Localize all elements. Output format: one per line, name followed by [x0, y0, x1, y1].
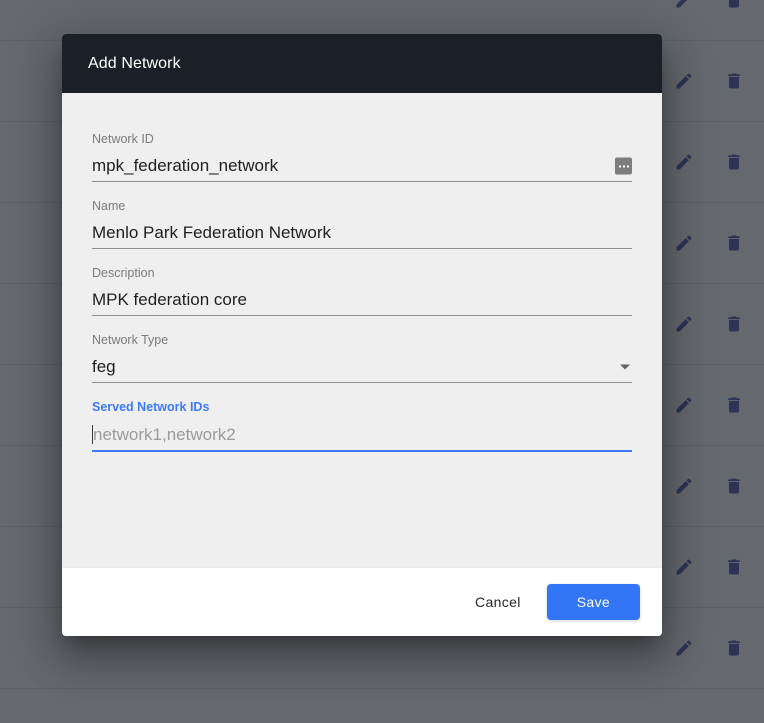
- input-value-description: MPK federation core: [92, 290, 247, 309]
- dialog-actions: Cancel Save: [62, 568, 662, 636]
- cancel-button[interactable]: Cancel: [461, 585, 535, 619]
- input-value-network-id: mpk_federation_network: [92, 156, 279, 175]
- field-label-network-id: Network ID: [92, 132, 154, 146]
- app-root: Add Network Network ID mpk_federation_net…: [0, 0, 764, 723]
- input-network-type[interactable]: feg: [92, 352, 632, 383]
- field-label-network-type: Network Type: [92, 333, 169, 347]
- dialog-title: Add Network: [62, 34, 662, 93]
- more-horizontal-icon[interactable]: [615, 157, 632, 175]
- add-network-dialog: Add Network Network ID mpk_federation_net…: [62, 34, 662, 636]
- input-value-name: Menlo Park Federation Network: [92, 223, 332, 242]
- dialog-title-text: Add Network: [88, 54, 181, 72]
- dialog-body: Network ID mpk_federation_network Name Menl…: [62, 93, 662, 568]
- input-network-id[interactable]: mpk_federation_network: [92, 151, 632, 182]
- input-placeholder-served-network-ids: network1,network2: [93, 424, 236, 444]
- field-label-served-network-ids: Served Network IDs: [92, 400, 210, 414]
- save-button[interactable]: Save: [546, 584, 640, 620]
- field-label-name: Name: [92, 199, 126, 213]
- input-value-network-type: feg: [92, 357, 116, 376]
- input-description[interactable]: MPK federation core: [92, 285, 632, 316]
- input-name[interactable]: Menlo Park Federation Network: [92, 218, 632, 249]
- field-label-description: Description: [92, 266, 155, 280]
- field-network-type: Network Type feg: [92, 332, 632, 383]
- field-name: Name Menlo Park Federation Network: [92, 198, 632, 249]
- field-served-network-ids: Served Network IDs network1,network2: [92, 399, 632, 452]
- input-served-network-ids[interactable]: network1,network2: [92, 419, 632, 452]
- chevron-down-icon[interactable]: [620, 364, 630, 370]
- field-description: Description MPK federation core: [92, 265, 632, 316]
- field-network-id: Network ID mpk_federation_network: [92, 131, 632, 182]
